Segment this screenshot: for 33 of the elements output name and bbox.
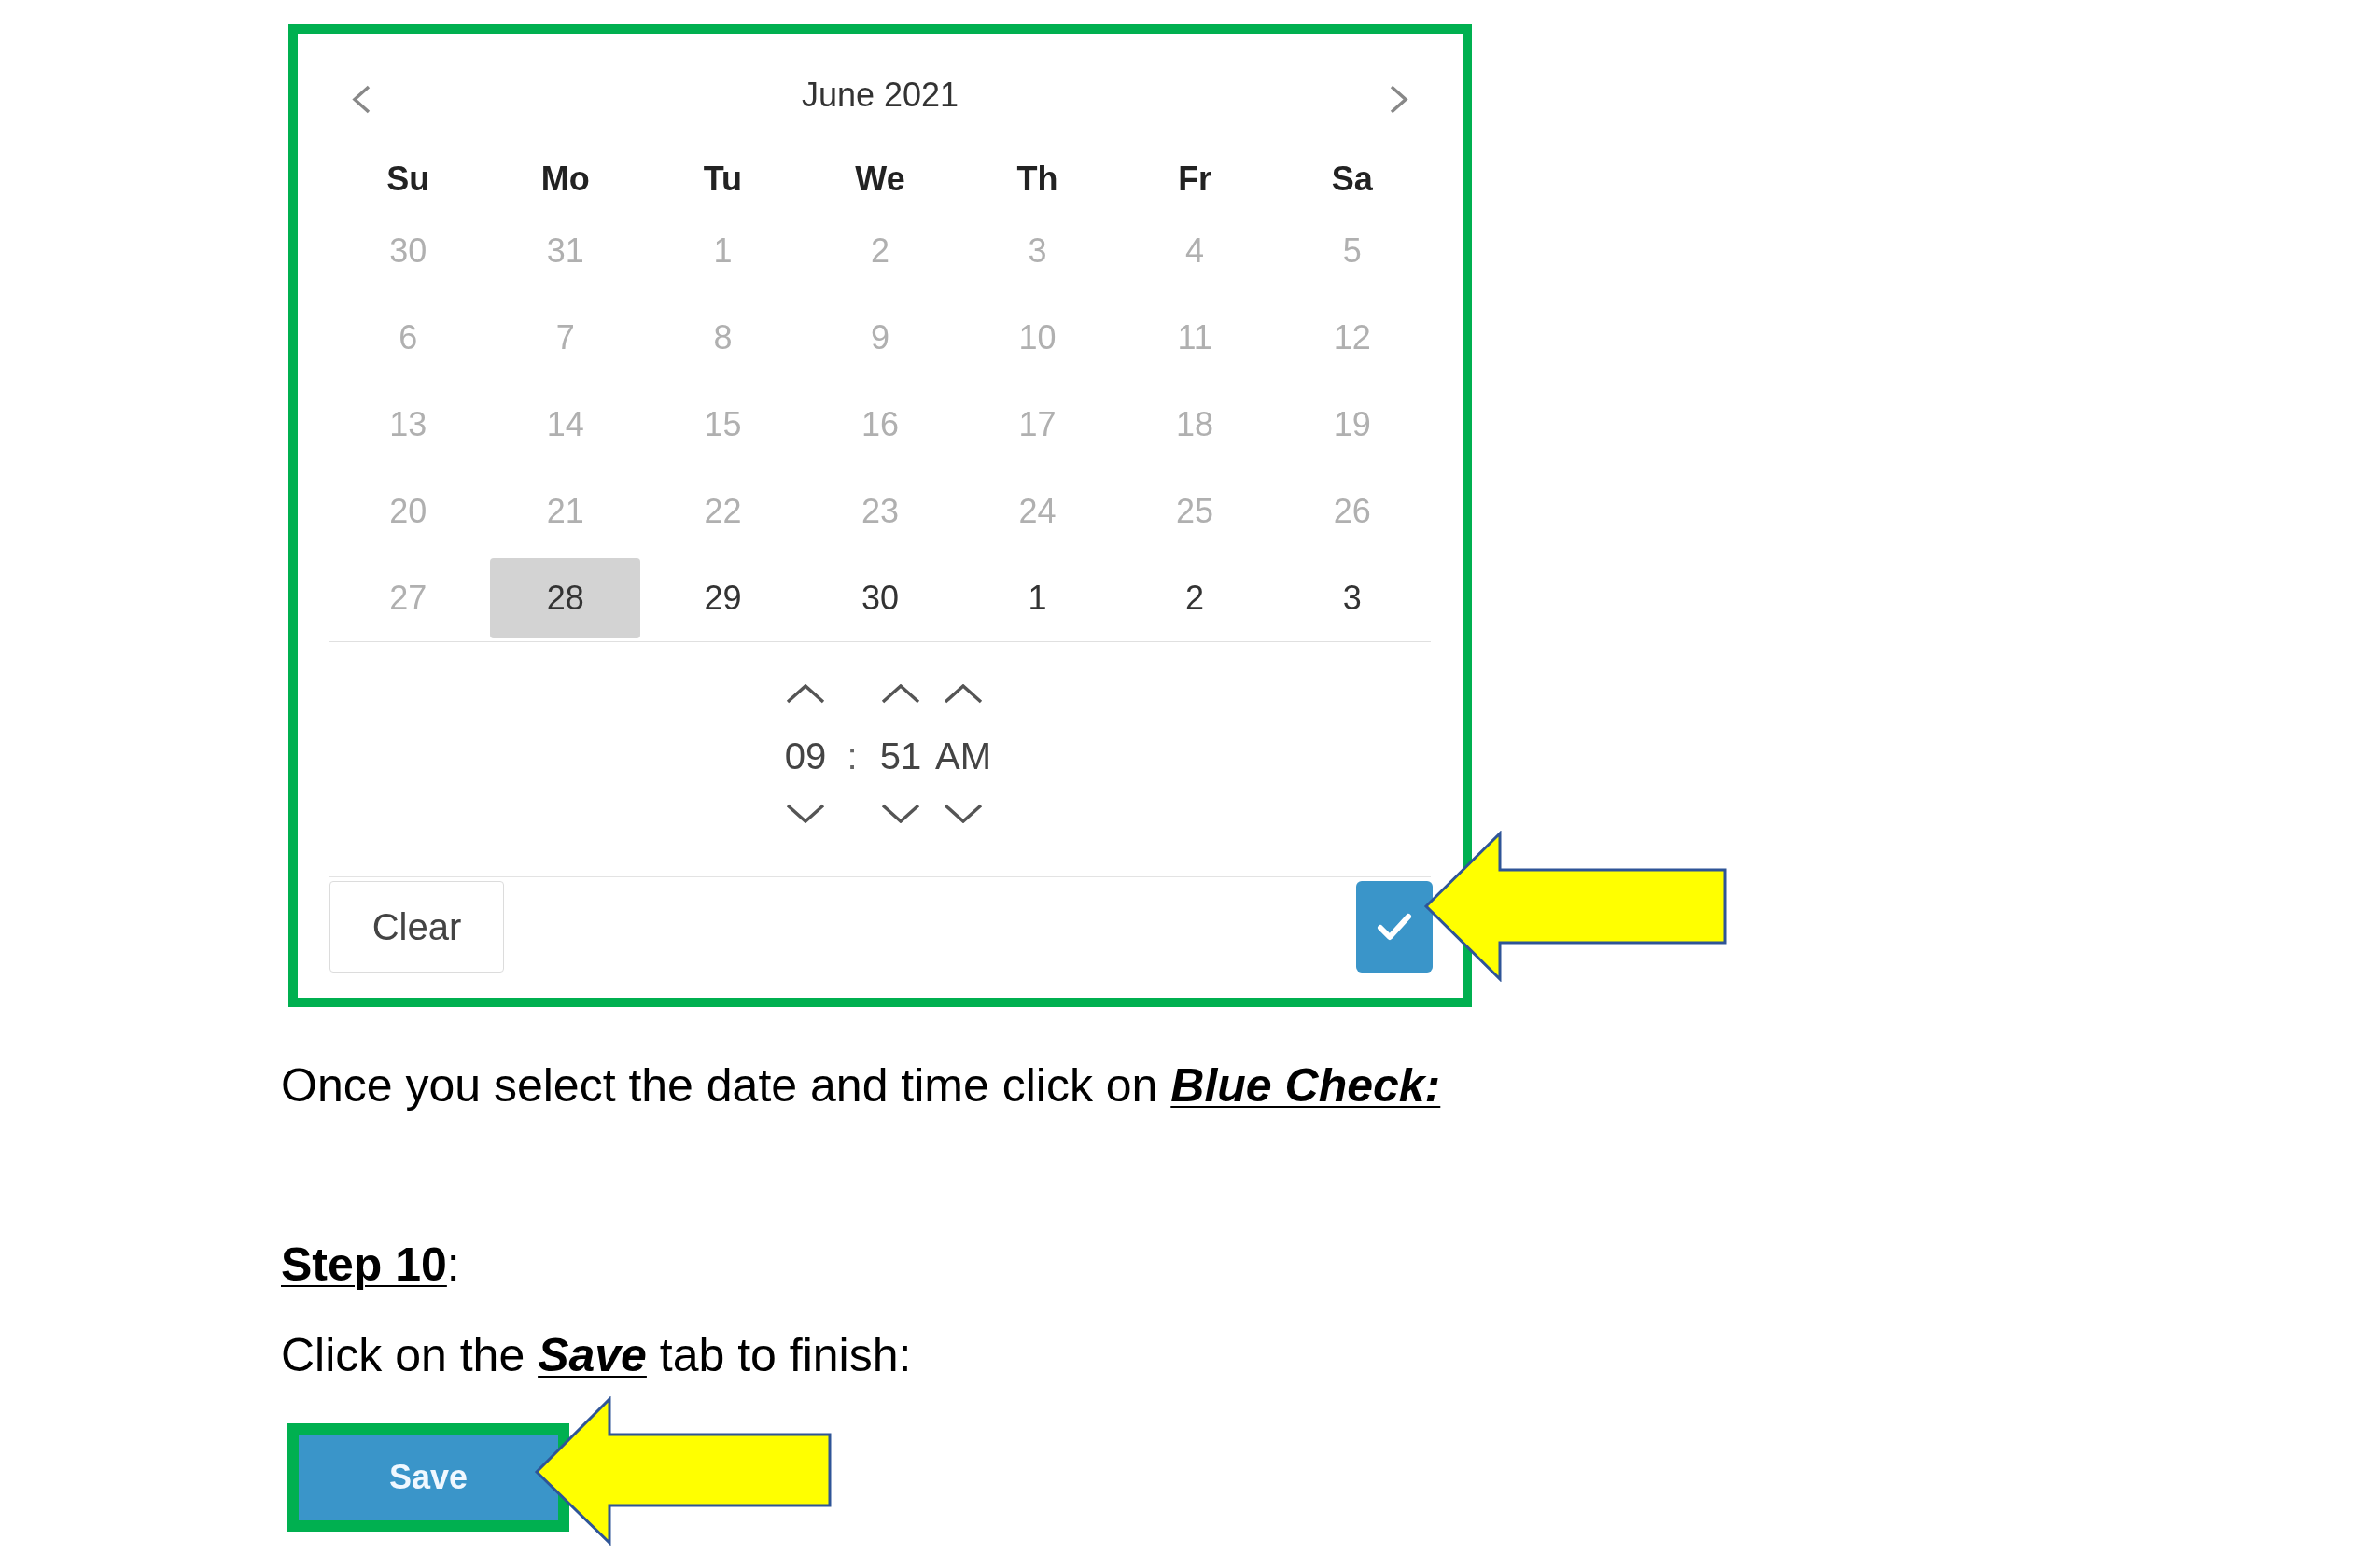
checkmark-icon	[1377, 913, 1412, 941]
month-title: June 2021	[801, 78, 959, 112]
weekday-label: Mo	[540, 162, 590, 196]
period-value: AM	[935, 735, 991, 778]
instruction-text: Once you select the date and time click on Blue Check:	[281, 1058, 1441, 1113]
save-button[interactable]: Save	[299, 1435, 558, 1520]
minute-value: 51	[879, 735, 922, 778]
chevron-up-icon[interactable]	[944, 684, 983, 704]
step-heading: Step 10:	[281, 1238, 460, 1292]
confirm-button[interactable]	[1356, 881, 1433, 973]
step-text: Click on the Save tab to finish:	[281, 1328, 912, 1382]
day-cell[interactable]: 30	[805, 557, 956, 638]
hour-value: 09	[784, 735, 827, 778]
day-cell[interactable]: 1	[962, 557, 1113, 638]
weekday-label: Th	[1016, 162, 1058, 196]
weekday-label: Sa	[1331, 162, 1373, 196]
time-separator: :	[846, 735, 859, 778]
chevron-up-icon[interactable]	[786, 684, 825, 704]
chevron-down-icon[interactable]	[881, 804, 920, 823]
chevron-down-icon[interactable]	[786, 804, 825, 823]
weekday-label: Su	[386, 162, 430, 196]
day-cell[interactable]: 29	[647, 557, 798, 638]
chevron-left-icon[interactable]	[352, 84, 371, 114]
day-cell[interactable]: 2	[1119, 557, 1270, 638]
chevron-up-icon[interactable]	[881, 684, 920, 704]
weekday-label: Fr	[1178, 162, 1212, 196]
chevron-right-icon[interactable]	[1389, 84, 1408, 114]
day-cell[interactable]: 3	[1277, 557, 1428, 638]
weekday-label: We	[855, 162, 905, 196]
weekday-label: Tu	[703, 162, 743, 196]
day-cell[interactable]: 28	[490, 557, 641, 638]
chevron-down-icon[interactable]	[944, 804, 983, 823]
clear-button[interactable]: Clear	[329, 881, 504, 973]
